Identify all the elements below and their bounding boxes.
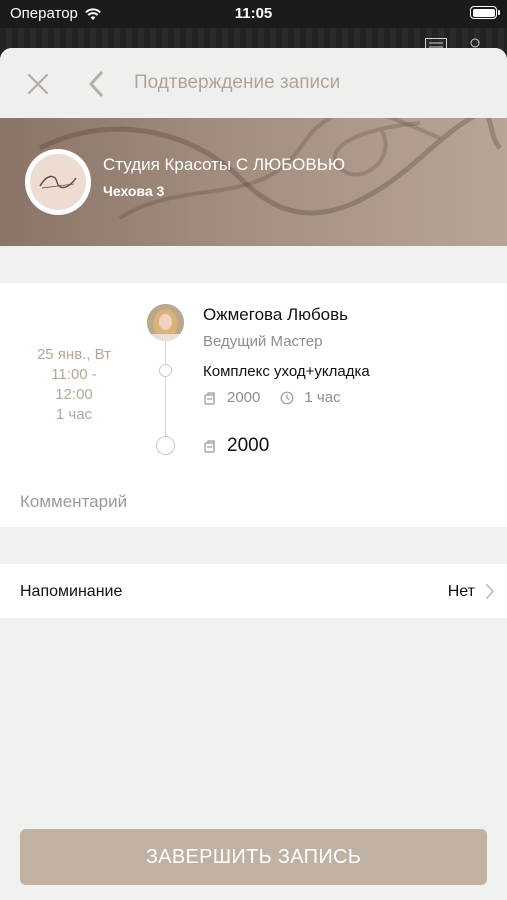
reminder-row[interactable]: Напоминание Нет bbox=[0, 564, 507, 618]
nav-bar: Подтверждение записи bbox=[0, 48, 507, 118]
master-photo bbox=[147, 304, 184, 341]
studio-banner[interactable]: Студия Красоты С ЛЮБОВЬЮ Чехова 3 bbox=[0, 118, 507, 246]
confirmation-sheet: Подтверждение записи Студия Красоты С ЛЮ… bbox=[0, 48, 507, 900]
close-icon[interactable] bbox=[26, 72, 50, 96]
timeline-dot-service bbox=[159, 364, 172, 377]
studio-address: Чехова 3 bbox=[103, 183, 165, 199]
price-icon bbox=[204, 440, 215, 453]
timeline-line bbox=[165, 338, 166, 443]
service-meta: 2000 1 час bbox=[203, 389, 341, 406]
avatar bbox=[147, 304, 184, 341]
clock-icon bbox=[280, 391, 294, 404]
battery-icon bbox=[470, 6, 500, 19]
reminder-label: Напоминание bbox=[20, 583, 123, 600]
master-name: Ожмегова Любовь bbox=[203, 305, 349, 324]
service-duration: 1 час bbox=[304, 389, 341, 406]
appointment-duration: 1 час bbox=[55, 406, 93, 423]
price-icon bbox=[204, 391, 215, 405]
appointment-datetime: 25 янв., Вт 11:00 - 12:00 1 час bbox=[18, 345, 130, 425]
appointment-date: 25 янв., Вт bbox=[36, 346, 112, 363]
service-name: Комплекс уход+укладка bbox=[203, 363, 370, 380]
total-price: 2000 bbox=[203, 435, 269, 457]
studio-name: Студия Красоты С ЛЮБОВЬЮ bbox=[103, 155, 346, 174]
page-title: Подтверждение записи bbox=[134, 72, 341, 93]
logo-script bbox=[39, 175, 77, 189]
finish-booking-button[interactable]: ЗАВЕРШИТЬ ЗАПИСЬ bbox=[20, 829, 487, 885]
appointment-time-start: 11:00 - bbox=[51, 366, 97, 383]
reminder-value: Нет bbox=[447, 583, 475, 600]
studio-logo bbox=[25, 149, 91, 215]
total-value: 2000 bbox=[227, 435, 270, 456]
timeline-dot-total bbox=[156, 436, 175, 455]
master-role: Ведущий Мастер bbox=[203, 333, 323, 350]
appointment-time-end: 12:00 bbox=[55, 386, 93, 403]
status-bar: Оператор 11:05 bbox=[0, 0, 507, 28]
service-price: 2000 bbox=[227, 389, 261, 406]
back-icon[interactable] bbox=[86, 70, 106, 98]
status-time: 11:05 bbox=[234, 5, 273, 22]
comment-field[interactable]: Комментарий bbox=[0, 475, 507, 527]
comment-placeholder: Комментарий bbox=[20, 492, 128, 511]
chevron-right-icon bbox=[486, 584, 494, 599]
